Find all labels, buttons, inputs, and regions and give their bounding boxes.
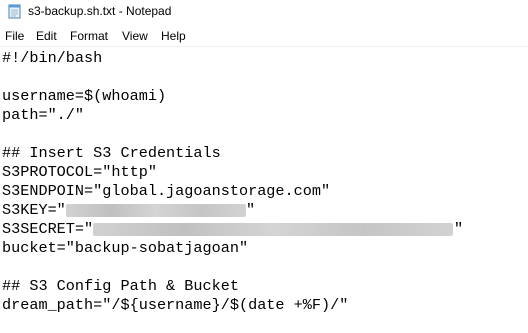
window-title: s3-backup.sh.txt - Notepad (28, 4, 172, 18)
menu-format[interactable]: Format (70, 29, 108, 43)
title-bar: s3-backup.sh.txt - Notepad (0, 0, 528, 25)
notepad-window: s3-backup.sh.txt - Notepad File Edit For… (0, 0, 528, 333)
editor-line-1: #!/bin/bash (2, 49, 103, 67)
menu-bar: File Edit Format View Help (0, 26, 528, 46)
menu-help[interactable]: Help (161, 29, 186, 43)
editor-line-10-suffix: " (454, 220, 464, 238)
redacted-s3key (66, 204, 246, 217)
notepad-icon (8, 4, 21, 19)
editor-line-4: path="./" (2, 106, 85, 124)
editor-line-14: dream_path="/${username}/$(date +%F)/" (2, 296, 349, 314)
text-editor-area[interactable]: #!/bin/bash username=$(whoami) path="./"… (0, 47, 528, 333)
editor-line-10: S3SECRET=" (2, 220, 94, 238)
menu-view[interactable]: View (122, 29, 148, 43)
menu-file[interactable]: File (5, 29, 24, 43)
editor-line-11: bucket="backup-sobatjagoan" (2, 239, 249, 257)
editor-line-3: username=$(whoami) (2, 87, 167, 105)
editor-line-9-suffix: " (246, 201, 256, 219)
editor-line-9: S3KEY=" (2, 201, 66, 219)
editor-line-8: S3ENDPOIN="global.jagoanstorage.com" (2, 182, 331, 200)
editor-line-6: ## Insert S3 Credentials (2, 144, 221, 162)
editor-line-7: S3PROTOCOL="http" (2, 163, 157, 181)
redacted-s3secret (93, 223, 453, 236)
menu-edit[interactable]: Edit (36, 29, 57, 43)
editor-line-13: ## S3 Config Path & Bucket (2, 277, 239, 295)
